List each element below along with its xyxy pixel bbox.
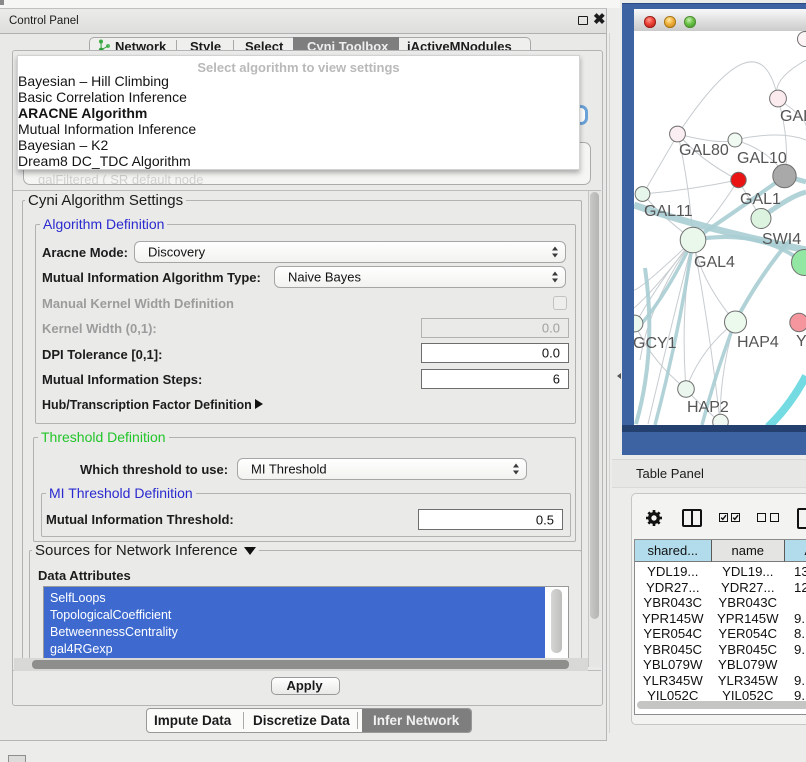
- svg-text:GAL80: GAL80: [679, 142, 729, 159]
- svg-text:Y: Y: [796, 333, 806, 350]
- svg-text:GAL7: GAL7: [780, 108, 806, 125]
- svg-text:GAL4: GAL4: [694, 254, 735, 271]
- svg-text:GAL10: GAL10: [737, 150, 787, 167]
- svg-text:HAP2: HAP2: [687, 399, 729, 416]
- svg-text:GCY1: GCY1: [634, 335, 677, 352]
- svg-text:HAP4: HAP4: [737, 334, 779, 351]
- svg-text:GAL11: GAL11: [644, 203, 693, 220]
- svg-text:SWI4: SWI4: [762, 231, 801, 248]
- svg-text:GAL1: GAL1: [740, 191, 781, 208]
